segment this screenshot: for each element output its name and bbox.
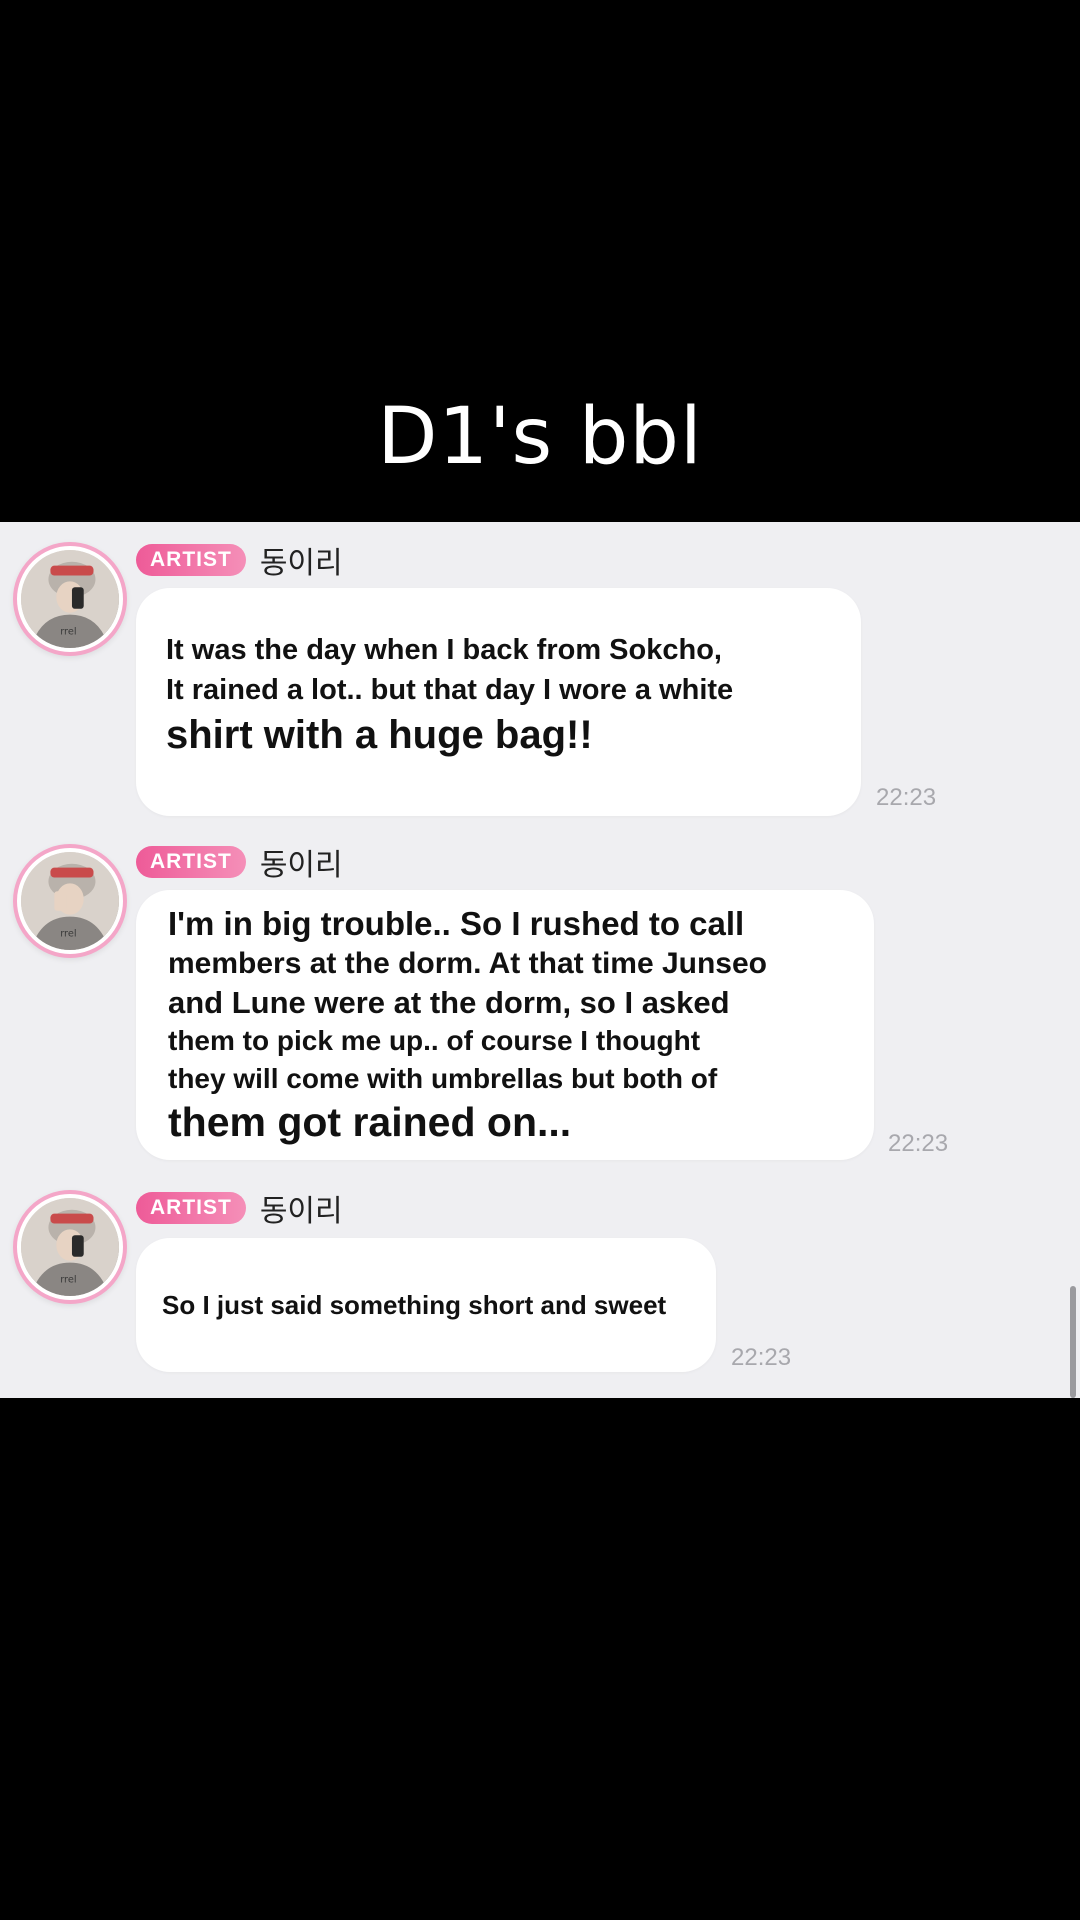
message-line: I'm in big trouble.. So I rushed to call [168, 905, 745, 942]
scrollbar[interactable] [1070, 1286, 1076, 1398]
message-timestamp: 22:23 [876, 784, 937, 811]
svg-text:rrel: rrel [60, 1274, 76, 1285]
message-header: ARTIST 동이리 [136, 844, 343, 883]
message-bubble[interactable]: So I just said something short and sweet [136, 1238, 716, 1372]
artist-badge: ARTIST [136, 544, 246, 576]
message-header: ARTIST 동이리 [136, 542, 343, 581]
message-line: they will come with umbrellas but both o… [168, 1063, 718, 1094]
message-header: ARTIST 동이리 [136, 1190, 343, 1229]
message-line: members at the dorm. At that time Junseo [168, 947, 768, 980]
avatar-photo: rrel [21, 852, 119, 950]
avatar-photo: rrel [21, 550, 119, 648]
svg-text:rrel: rrel [60, 928, 76, 939]
avatar[interactable]: rrel [13, 1190, 127, 1304]
message-bubble[interactable]: I'm in big trouble.. So I rushed to call… [136, 890, 874, 1160]
message-line: So I just said something short and sweet [162, 1290, 667, 1320]
message-line: them got rained on... [168, 1099, 572, 1145]
message-bubble[interactable]: It was the day when I back from Sokcho, … [136, 588, 861, 816]
message-line: them to pick me up.. of course I thought [168, 1025, 701, 1056]
avatar[interactable]: rrel [13, 844, 127, 958]
message-timestamp: 22:23 [888, 1130, 949, 1157]
message-line: It was the day when I back from Sokcho, [166, 634, 722, 666]
message-line: and Lune were at the dorm, so I asked [168, 985, 730, 1020]
sender-name: 동이리 [259, 546, 343, 581]
message-line: shirt with a huge bag!! [166, 713, 593, 757]
message-line: It rained a lot.. but that day I wore a … [166, 674, 734, 706]
artist-badge: ARTIST [136, 846, 246, 878]
video-caption-title: D1's bbl [377, 392, 703, 482]
avatar[interactable]: rrel [13, 542, 127, 656]
svg-text:rrel: rrel [60, 626, 76, 637]
avatar-photo: rrel [21, 1198, 119, 1296]
message-timestamp: 22:23 [731, 1344, 792, 1371]
chat-panel[interactable]: rrel ARTIST 동이리 It was the day when I ba… [0, 522, 1080, 1398]
artist-badge: ARTIST [136, 1192, 246, 1224]
sender-name: 동이리 [259, 1194, 343, 1229]
sender-name: 동이리 [259, 848, 343, 883]
